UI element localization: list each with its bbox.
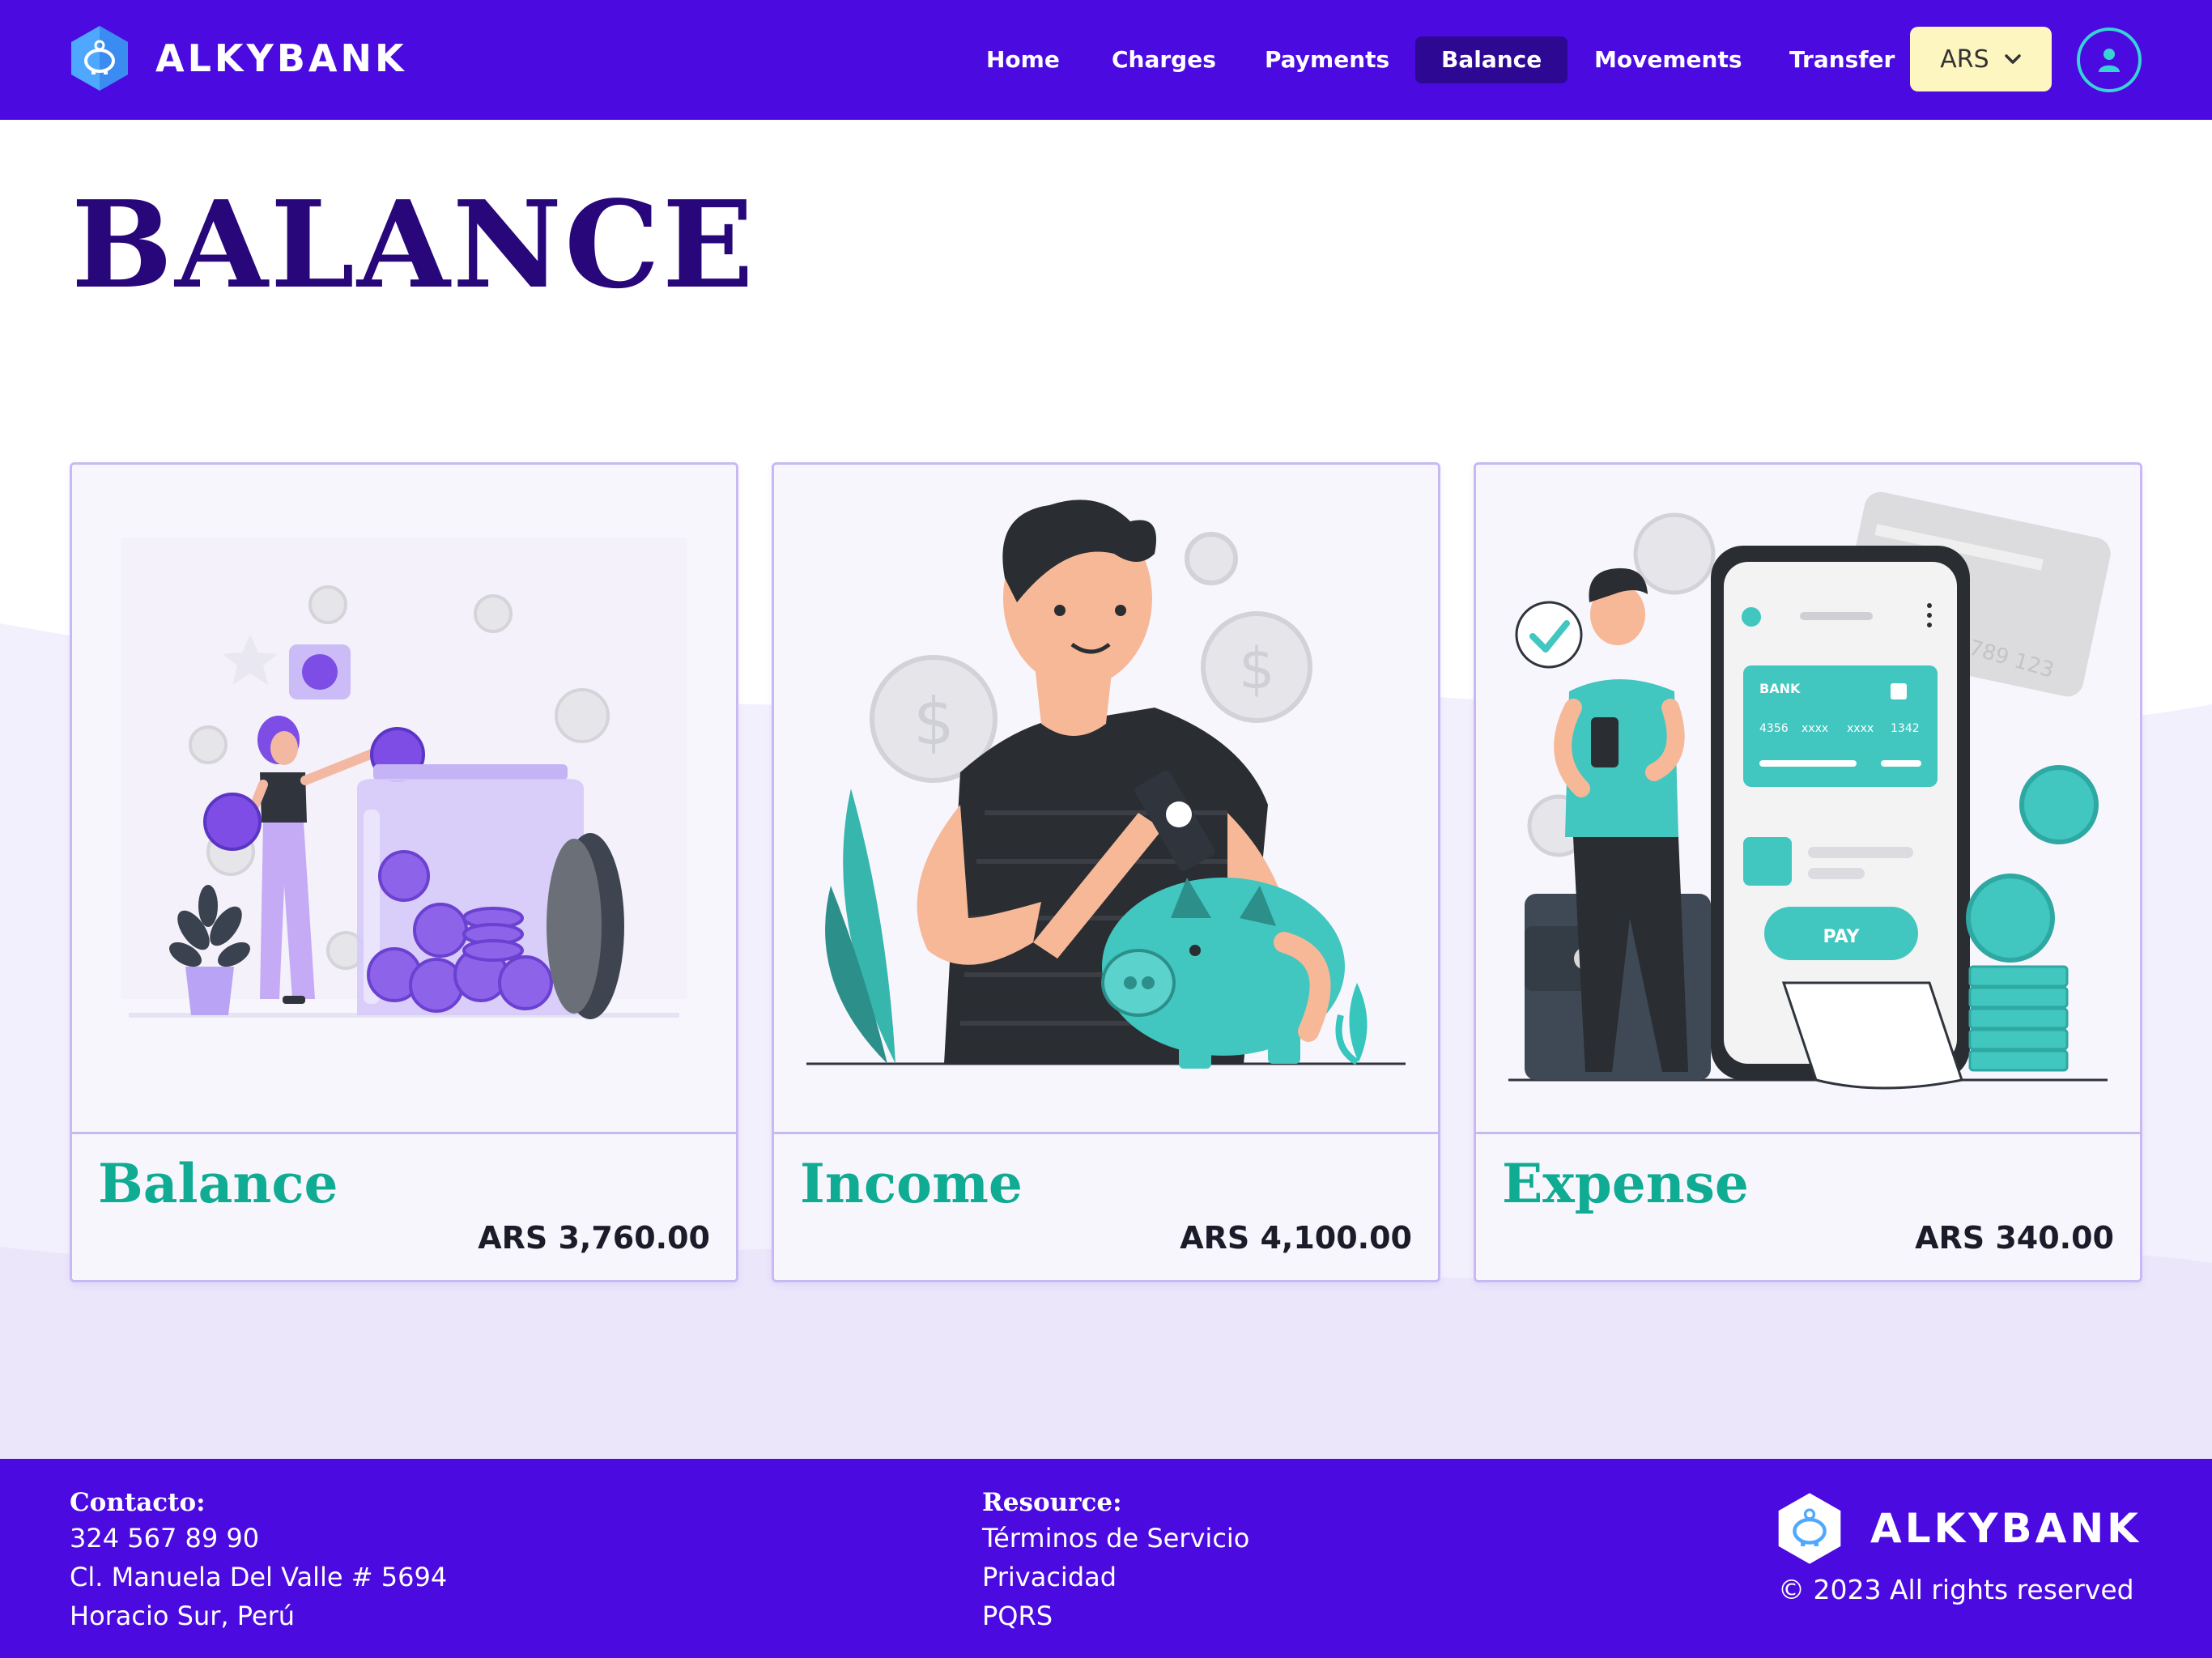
contact-address: Cl. Manuela Del Valle # 5694: [70, 1562, 448, 1592]
card-bank-label: BANK: [1759, 681, 1801, 696]
balance-card-title: Balance: [98, 1152, 338, 1215]
balance-card: Balance ARS 3,760.00: [70, 462, 738, 1282]
terms-link[interactable]: Términos de Servicio: [982, 1519, 1249, 1558]
footer-brand-name: ALKYBANK: [1870, 1505, 2142, 1552]
card-number-3: xxxx: [1847, 722, 1874, 735]
user-icon: [2099, 49, 2120, 72]
nav-movements[interactable]: Movements: [1568, 36, 1768, 83]
page-title: BALANCE: [71, 174, 756, 315]
piggy-bank-illustration: $ $: [774, 465, 1438, 1132]
piggy-bank-logo-icon: [71, 26, 128, 91]
currency-select[interactable]: ARS: [1910, 27, 2052, 91]
income-card-footer: Income ARS 4,100.00: [774, 1132, 1438, 1280]
nav-payments[interactable]: Payments: [1239, 36, 1415, 83]
resource-heading: Resource:: [982, 1488, 1122, 1517]
contact-section: Contacto: 324 567 89 90 Cl. Manuela Del …: [70, 1486, 447, 1635]
brand-name: ALKYBANK: [155, 36, 407, 80]
contact-phone: 324 567 89 90: [70, 1523, 260, 1554]
balance-amount: ARS 3,760.00: [478, 1220, 710, 1256]
footer: Contacto: 324 567 89 90 Cl. Manuela Del …: [0, 1459, 2212, 1658]
contact-city: Horacio Sur, Perú: [70, 1601, 296, 1631]
nav-home[interactable]: Home: [960, 36, 1086, 83]
expense-card-footer: Expense ARS 340.00: [1476, 1132, 2140, 1280]
card-number-4: 1342: [1891, 722, 1920, 735]
privacy-link[interactable]: Privacidad: [982, 1558, 1249, 1596]
card-number-2: xxxx: [1802, 722, 1828, 735]
income-amount: ARS 4,100.00: [1180, 1220, 1412, 1256]
chevron-down-icon: [2004, 54, 2021, 64]
currency-value: ARS: [1940, 45, 1989, 74]
coin-jar-illustration: [72, 465, 736, 1132]
piggy-bank-logo-icon: [1778, 1493, 1841, 1564]
top-navigation-bar: ALKYBANK Home Charges Payments Balance M…: [0, 0, 2212, 120]
nav-transfer[interactable]: Transfer: [1763, 36, 1921, 83]
card-number-1: 4356: [1759, 722, 1789, 735]
pqrs-link[interactable]: PQRS: [982, 1596, 1249, 1635]
income-card-title: Income: [800, 1152, 1023, 1215]
nav-balance[interactable]: Balance: [1415, 36, 1568, 83]
pay-label: PAY: [1823, 927, 1861, 947]
brand-logo[interactable]: ALKYBANK: [70, 24, 407, 92]
svg-text:$: $: [913, 684, 955, 759]
footer-brand-logo: ALKYBANK: [1776, 1491, 2142, 1566]
user-profile-button[interactable]: [2077, 28, 2142, 92]
resource-section: Resource: Términos de Servicio Privacida…: [982, 1486, 1249, 1635]
mobile-payment-illustration: 789 123 BANK 4356 xxxx xxxx 1342 PAY: [1476, 465, 2140, 1132]
page: ALKYBANK Home Charges Payments Balance M…: [0, 0, 2212, 1658]
expense-card: 789 123 BANK 4356 xxxx xxxx 1342 PAY Exp…: [1474, 462, 2142, 1282]
expense-amount: ARS 340.00: [1915, 1220, 2114, 1256]
expense-card-title: Expense: [1502, 1152, 1749, 1215]
svg-text:$: $: [1239, 636, 1275, 702]
copyright: © 2023 All rights reserved: [1778, 1574, 2134, 1605]
balance-card-footer: Balance ARS 3,760.00: [72, 1132, 736, 1280]
contact-heading: Contacto:: [70, 1488, 206, 1517]
nav-charges[interactable]: Charges: [1086, 36, 1242, 83]
income-card: $ $ Income ARS 4,100.00: [772, 462, 1440, 1282]
